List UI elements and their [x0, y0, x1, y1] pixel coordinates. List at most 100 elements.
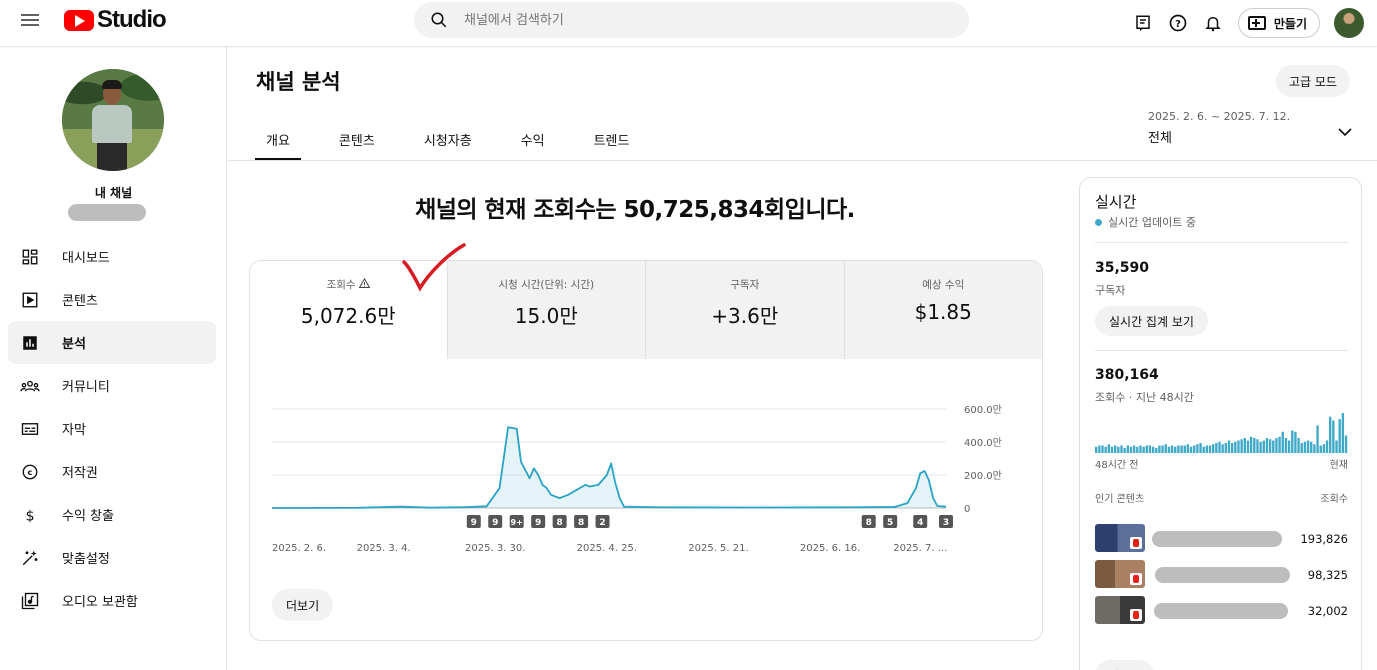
realtime-bar: [1117, 446, 1120, 453]
realtime-bar: [1300, 443, 1303, 453]
sidebar-item-dashboard[interactable]: 대시보드: [8, 235, 216, 278]
realtime-bar: [1240, 439, 1243, 453]
realtime-bar: [1316, 425, 1319, 453]
realtime-subscribers-label: 구독자: [1095, 284, 1126, 297]
realtime-bar: [1139, 445, 1142, 453]
realtime-bar: [1145, 445, 1148, 453]
account-avatar[interactable]: [1334, 8, 1364, 38]
sidebar-item-content[interactable]: 콘텐츠: [8, 278, 216, 321]
realtime-bar: [1338, 419, 1341, 453]
realtime-bar: [1126, 445, 1129, 453]
studio-logo[interactable]: Studio: [64, 6, 167, 33]
video-publish-marker-label: 8: [866, 518, 872, 528]
video-thumbnail: [1095, 560, 1145, 588]
sidebar-item-analytics[interactable]: 분석: [8, 321, 216, 364]
realtime-bar: [1344, 435, 1348, 453]
metric-value-revenue: $1.85: [914, 300, 972, 324]
realtime-bar: [1341, 413, 1345, 453]
metric-value-views: 5,072.6만: [300, 304, 396, 328]
x-tick-label: 2025. 7. ...: [893, 543, 947, 554]
notification-bell-icon[interactable]: [1196, 6, 1230, 40]
help-icon[interactable]: ?: [1161, 6, 1195, 40]
tab-overview[interactable]: 개요: [255, 116, 301, 160]
search-icon: [414, 11, 464, 29]
realtime-bar: [1243, 438, 1246, 453]
realtime-bar: [1291, 430, 1294, 453]
realtime-bar: [1313, 444, 1316, 453]
popular-content-row[interactable]: 32,002: [1095, 596, 1348, 624]
realtime-bar: [1123, 448, 1126, 453]
sidebar-item-customization[interactable]: 맞춤설정: [8, 536, 216, 579]
realtime-bar: [1104, 446, 1107, 453]
x-tick-label: 2025. 5. 21.: [688, 543, 748, 554]
popular-content-row[interactable]: 98,325: [1095, 560, 1348, 588]
realtime-bar: [1164, 444, 1167, 453]
menu-icon[interactable]: [21, 11, 41, 31]
realtime-bar: [1189, 446, 1193, 453]
create-button[interactable]: 만들기: [1237, 8, 1320, 38]
realtime-bar: [1246, 440, 1250, 453]
search-input[interactable]: [464, 12, 944, 28]
realtime-bar: [1174, 446, 1177, 453]
metric-value-watch-time: 15.0만: [514, 304, 578, 328]
tab-trends[interactable]: 트렌드: [583, 116, 641, 160]
realtime-bar: [1224, 443, 1228, 453]
realtime-bar: [1325, 440, 1329, 453]
popular-see-more-button[interactable]: 더보기: [1095, 660, 1155, 670]
realtime-bar: [1227, 440, 1231, 453]
metric-tab-revenue[interactable]: 예상 수익 $1.85: [843, 261, 1042, 359]
video-publish-marker-label: 9: [471, 518, 477, 528]
sidebar-item-audio-library[interactable]: 오디오 보관함: [8, 579, 216, 622]
video-publish-marker-label: 9+: [511, 518, 523, 527]
community-icon: [20, 376, 40, 396]
sidebar-item-community[interactable]: 커뮤니티: [8, 364, 216, 407]
feedback-icon[interactable]: [1126, 6, 1160, 40]
x-tick-label: 2025. 3. 30.: [465, 543, 525, 554]
tab-audience[interactable]: 시청자층: [413, 116, 483, 160]
realtime-bar: [1319, 445, 1322, 453]
sidebar-item-copyright[interactable]: c 저작권: [8, 450, 216, 493]
realtime-bar: [1170, 445, 1174, 453]
x-tick-label: 2025. 4. 25.: [577, 543, 637, 554]
tab-revenue[interactable]: 수익: [510, 116, 556, 160]
realtime-bar: [1098, 445, 1101, 453]
channel-avatar[interactable]: [62, 69, 164, 171]
top-app-bar: Studio ? 만들기: [0, 0, 1377, 46]
views-chart: 600.0만 400.0만 200.0만 0 9 9 9+ 9 8 8 2 8 5 4 3 2025. 2. …: [250, 359, 1042, 640]
main-content: 채널 분석 고급 모드 개요 콘텐츠 시청자층 수익 트렌드 2025. 2. …: [228, 46, 1377, 670]
svg-text:c: c: [28, 467, 33, 477]
live-dot-icon: [1095, 218, 1102, 226]
advanced-mode-button[interactable]: 고급 모드: [1276, 65, 1350, 97]
sidebar-item-subtitles[interactable]: 자막: [8, 407, 216, 450]
channel-name: 내 채널: [94, 186, 133, 200]
realtime-bar: [1249, 436, 1253, 453]
metric-tab-views[interactable]: 조회수 5,072.6만: [250, 261, 447, 359]
divider: [1095, 350, 1348, 351]
search-box[interactable]: [414, 2, 969, 38]
sidebar-item-monetization[interactable]: $ 수익 창출: [8, 493, 216, 536]
realtime-aggregate-button[interactable]: 실시간 집계 보기: [1095, 306, 1208, 336]
analytics-tabs: 개요 콘텐츠 시청자층 수익 트렌드: [255, 116, 667, 160]
realtime-bar: [1196, 444, 1199, 453]
realtime-bar: [1208, 445, 1212, 453]
realtime-bar: [1132, 445, 1136, 453]
date-range-picker[interactable]: 2025. 2. 6. ~ 2025. 7. 12. 전체: [1148, 110, 1358, 146]
popular-content-row[interactable]: 193,826: [1095, 524, 1348, 552]
metric-tab-watch-time[interactable]: 시청 시간(단위: 시간) 15.0만: [446, 261, 645, 359]
page-title: 채널 분석: [256, 70, 341, 94]
date-range-text: 2025. 2. 6. ~ 2025. 7. 12.: [1148, 110, 1291, 123]
y-tick-label: 200.0만: [964, 470, 1002, 482]
shorts-icon: [1130, 573, 1142, 585]
realtime-bar: [1161, 445, 1164, 453]
views-chart-svg: 600.0만 400.0만 200.0만 0 9 9 9+ 9 8 8 2 8 5 4 3 2025. 2. …: [271, 404, 1002, 554]
realtime-bar: [1136, 446, 1139, 453]
dashboard-icon: [20, 247, 40, 267]
realtime-bar: [1303, 441, 1307, 453]
video-title-redacted: [1152, 531, 1282, 547]
video-publish-marker-label: 4: [917, 518, 923, 528]
tab-content[interactable]: 콘텐츠: [328, 116, 386, 160]
video-thumbnail: [1095, 524, 1145, 552]
metric-tab-subscribers[interactable]: 구독자 +3.6만: [645, 261, 844, 359]
see-more-button[interactable]: 더보기: [272, 589, 334, 621]
video-views: 32,002: [1307, 604, 1348, 618]
